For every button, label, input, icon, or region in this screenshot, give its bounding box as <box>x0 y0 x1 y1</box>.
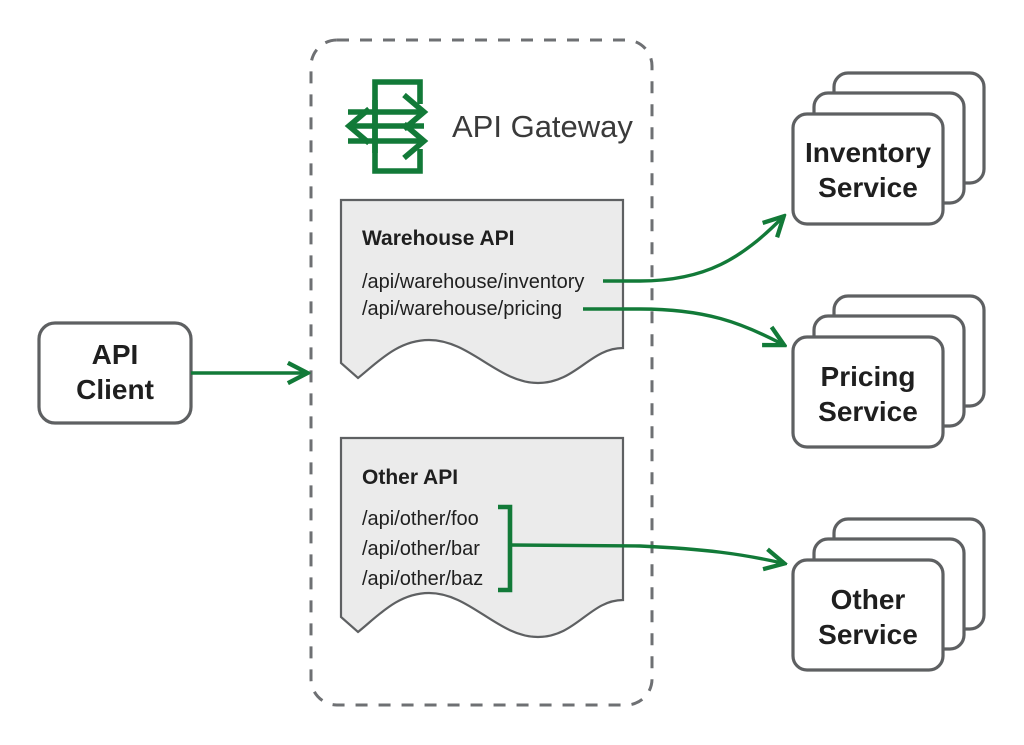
other-api-path-baz: /api/other/baz <box>362 568 483 590</box>
connection-inventory-route <box>603 218 782 283</box>
other-api-path-bar: /api/other/bar <box>362 538 480 560</box>
api-gateway-title: API Gateway <box>452 109 633 144</box>
other-service-node: Other Service <box>791 517 986 672</box>
pricing-service-label-line2: Service <box>818 396 918 427</box>
architecture-diagram: API Gateway Warehouse API /api/warehouse… <box>37 38 986 707</box>
other-service-card-front <box>791 558 945 672</box>
warehouse-api-document: Warehouse API /api/warehouse/inventory /… <box>339 198 625 385</box>
api-gateway-routing-icon <box>344 79 429 174</box>
api-client-label-line1: API <box>92 339 139 370</box>
inventory-service-card-front <box>791 112 945 226</box>
other-api-document: Other API /api/other/foo /api/other/bar … <box>339 436 625 639</box>
other-api-title: Other API <box>362 466 458 489</box>
inventory-service-node: Inventory Service <box>791 71 986 226</box>
warehouse-api-title: Warehouse API <box>362 227 514 250</box>
other-service-label-line2: Service <box>818 619 918 650</box>
warehouse-api-path-pricing: /api/warehouse/pricing <box>362 298 562 320</box>
api-client-box <box>37 321 193 425</box>
pricing-service-node: Pricing Service <box>791 294 986 449</box>
diagram-canvas-root: API Gateway Warehouse API /api/warehouse… <box>0 0 1024 745</box>
warehouse-api-path-inventory: /api/warehouse/inventory <box>362 271 584 293</box>
pricing-service-label-line1: Pricing <box>821 361 916 392</box>
other-api-path-foo: /api/other/foo <box>362 508 479 530</box>
other-service-label-line1: Other <box>831 584 906 615</box>
inventory-service-label-line2: Service <box>818 172 918 203</box>
inventory-service-label-line1: Inventory <box>805 137 931 168</box>
pricing-service-card-front <box>791 335 945 449</box>
api-client-label-line2: Client <box>76 374 154 405</box>
api-client-node: API Client <box>37 321 193 425</box>
